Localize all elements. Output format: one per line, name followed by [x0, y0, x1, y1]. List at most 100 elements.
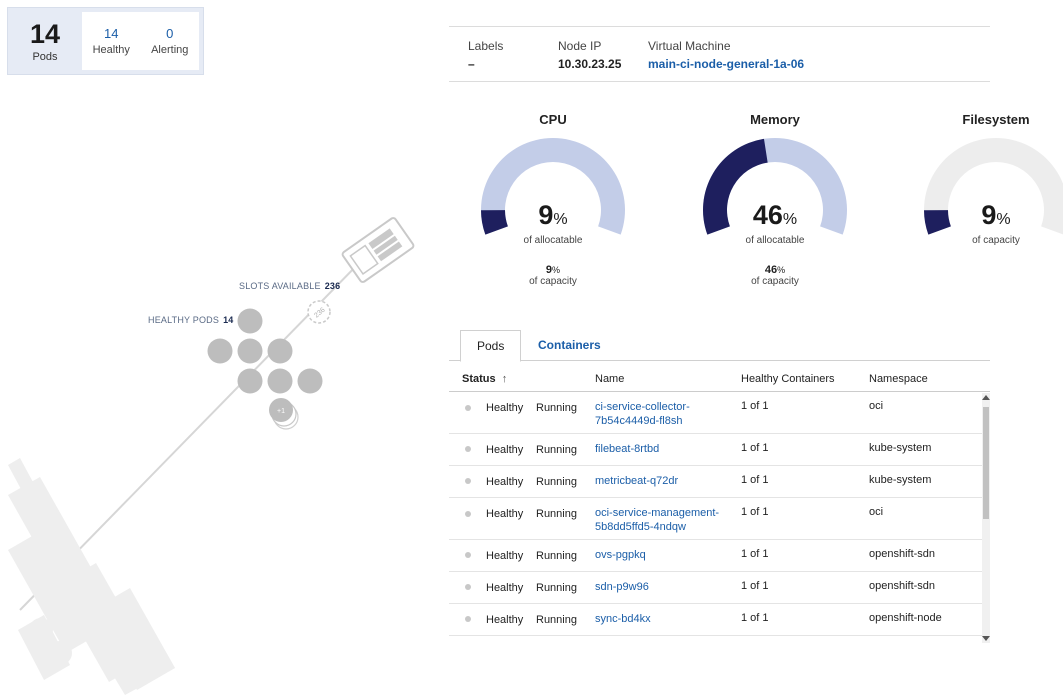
pod-name-link[interactable]: ovs-pgpkq: [595, 548, 646, 562]
table-row[interactable]: Healthy Running sync-bd4kx 1 of 1 opensh…: [449, 604, 990, 636]
memory-capacity: 46% of capacity: [695, 264, 855, 287]
slots-available-label: SLOTS AVAILABLE 236: [239, 281, 340, 291]
filesystem-gauge-pct-sign: %: [996, 211, 1011, 228]
pod-name-line2: 5b8dd5ffd5-4ndqw: [595, 521, 686, 533]
pods-containers-tabs: Pods Containers: [449, 330, 990, 362]
pod-name-link[interactable]: filebeat-8rtbd: [595, 442, 659, 456]
pod-circle[interactable]: [297, 368, 323, 394]
namespace-column-header[interactable]: Namespace: [869, 373, 928, 385]
pod-name-line1: ci-service-collector-: [595, 401, 690, 413]
virtual-machine-link[interactable]: main-ci-node-general-1a-06: [648, 57, 804, 71]
node-illustration-graphic: 236 +1: [8, 217, 415, 695]
pods-stats: 14 Healthy 0 Alerting: [82, 12, 199, 70]
containers-cell: 1 of 1: [741, 400, 769, 412]
memory-gauge-sub: of allocatable: [745, 235, 805, 246]
pods-total[interactable]: 14 Pods: [8, 8, 82, 74]
health-cell: Healthy: [486, 402, 524, 414]
pod-circle[interactable]: [207, 338, 233, 364]
pod-circle[interactable]: [237, 368, 263, 394]
pods-table: Status ↑ Name Healthy Containers Namespa…: [449, 368, 990, 648]
table-row[interactable]: Healthy Running ci-service-collector- 7b5…: [449, 392, 990, 434]
scroll-up-icon[interactable]: [982, 395, 990, 400]
filesystem-gauge-title: Filesystem: [962, 112, 1030, 127]
pod-circle[interactable]: [267, 368, 293, 394]
alerting-value: 0: [166, 26, 174, 41]
pod-name-link[interactable]: sync-bd4kx: [595, 612, 651, 626]
status-column-header[interactable]: Status ↑: [462, 373, 507, 385]
pod-name-link[interactable]: sdn-p9w96: [595, 580, 649, 594]
memory-capacity-pct-sign: %: [777, 265, 786, 275]
alerting-stat[interactable]: 0 Alerting: [151, 26, 188, 56]
memory-gauge: Memory 46% of allocatable 46% of capacit…: [695, 112, 855, 287]
table-row[interactable]: Healthy Running filebeat-8rtbd 1 of 1 ku…: [449, 434, 990, 466]
node-ip-value: 10.30.23.25: [558, 57, 622, 71]
node-info-bar: Labels – Node IP 10.30.23.25 Virtual Mac…: [449, 26, 990, 82]
healthy-containers-column-header[interactable]: Healthy Containers: [741, 373, 835, 385]
containers-cell: 1 of 1: [741, 442, 769, 454]
health-cell: Healthy: [486, 508, 524, 520]
cpu-gauge-sub: of allocatable: [523, 235, 583, 246]
scrollbar-thumb[interactable]: [983, 407, 989, 519]
scroll-down-icon[interactable]: [982, 636, 990, 641]
tab-pods[interactable]: Pods: [460, 330, 522, 362]
filesystem-gauge: Filesystem 9% of capacity: [916, 112, 1063, 245]
rack-blocks: [8, 458, 175, 695]
status-dot-icon: [465, 584, 471, 590]
alerting-label: Alerting: [151, 44, 189, 56]
node-ip-info: Node IP 10.30.23.25: [558, 39, 621, 71]
cpu-gauge-value: 9: [538, 200, 554, 230]
labels-value: –: [468, 57, 475, 71]
health-cell: Healthy: [486, 476, 524, 488]
pod-name-link[interactable]: metricbeat-q72dr: [595, 474, 678, 488]
slots-available-value: 236: [324, 281, 341, 291]
table-scrollbar[interactable]: [982, 393, 990, 643]
containers-cell: 1 of 1: [741, 612, 769, 624]
healthy-pods-text: HEALTHY PODS: [148, 315, 220, 325]
cpu-capacity: 9% of capacity: [473, 264, 633, 287]
status-dot-icon: [465, 478, 471, 484]
pod-name-line1: oci-service-management-: [595, 507, 720, 519]
namespace-cell: openshift-sdn: [869, 548, 936, 560]
node-illustration: 236 +1 SLOTS AVAILABLE 236 HEALTHY PODS 14: [0, 90, 440, 695]
tab-containers[interactable]: Containers: [522, 330, 617, 361]
healthy-stat[interactable]: 14 Healthy: [93, 26, 130, 56]
virtual-machine-info: Virtual Machine main-ci-node-general-1a-…: [648, 39, 804, 71]
pod-name-link[interactable]: ci-service-collector- 7b54c4449d-fl8sh: [595, 400, 690, 428]
pod-circle[interactable]: [237, 308, 263, 334]
phase-cell: Running: [536, 550, 577, 562]
containers-cell: 1 of 1: [741, 506, 769, 518]
containers-cell: 1 of 1: [741, 580, 769, 592]
table-row[interactable]: Healthy Running ovs-pgpkq 1 of 1 openshi…: [449, 540, 990, 572]
health-cell: Healthy: [486, 614, 524, 626]
health-cell: Healthy: [486, 444, 524, 456]
phase-cell: Running: [536, 402, 577, 414]
filesystem-gauge-value: 9: [981, 200, 997, 230]
table-row[interactable]: Healthy Running oci-service-management- 5…: [449, 498, 990, 540]
cpu-capacity-pct-sign: %: [552, 265, 561, 275]
pods-total-label: Pods: [32, 51, 58, 63]
memory-capacity-sub: of capacity: [751, 276, 799, 287]
healthy-pods-value: 14: [223, 315, 234, 325]
labels-key: Labels: [468, 39, 504, 53]
pod-circle[interactable]: [267, 338, 293, 364]
health-cell: Healthy: [486, 582, 524, 594]
pod-name-link[interactable]: oci-service-management- 5b8dd5ffd5-4ndqw: [595, 506, 719, 534]
pods-summary: 14 Pods 14 Healthy 0 Alerting: [7, 7, 204, 75]
table-row[interactable]: Healthy Running sdn-p9w96 1 of 1 openshi…: [449, 572, 990, 604]
more-pods-stack[interactable]: +1: [269, 398, 299, 430]
phase-cell: Running: [536, 444, 577, 456]
status-dot-icon: [465, 405, 471, 411]
containers-cell: 1 of 1: [741, 474, 769, 486]
memory-capacity-value: 46: [764, 264, 778, 276]
cpu-gauge-pct-sign: %: [553, 211, 568, 228]
virtual-machine-key: Virtual Machine: [648, 39, 731, 53]
cpu-gauge: CPU 9% of allocatable 9% of capacity: [473, 112, 633, 287]
filesystem-gauge-center: 9% of capacity: [916, 200, 1063, 245]
name-column-header[interactable]: Name: [595, 373, 624, 385]
phase-cell: Running: [536, 614, 577, 626]
table-row[interactable]: Healthy Running metricbeat-q72dr 1 of 1 …: [449, 466, 990, 498]
namespace-cell: oci: [869, 506, 884, 518]
pod-circle[interactable]: [237, 338, 263, 364]
healthy-label: Healthy: [92, 44, 130, 56]
cpu-gauge-center: 9% of allocatable: [473, 200, 633, 246]
